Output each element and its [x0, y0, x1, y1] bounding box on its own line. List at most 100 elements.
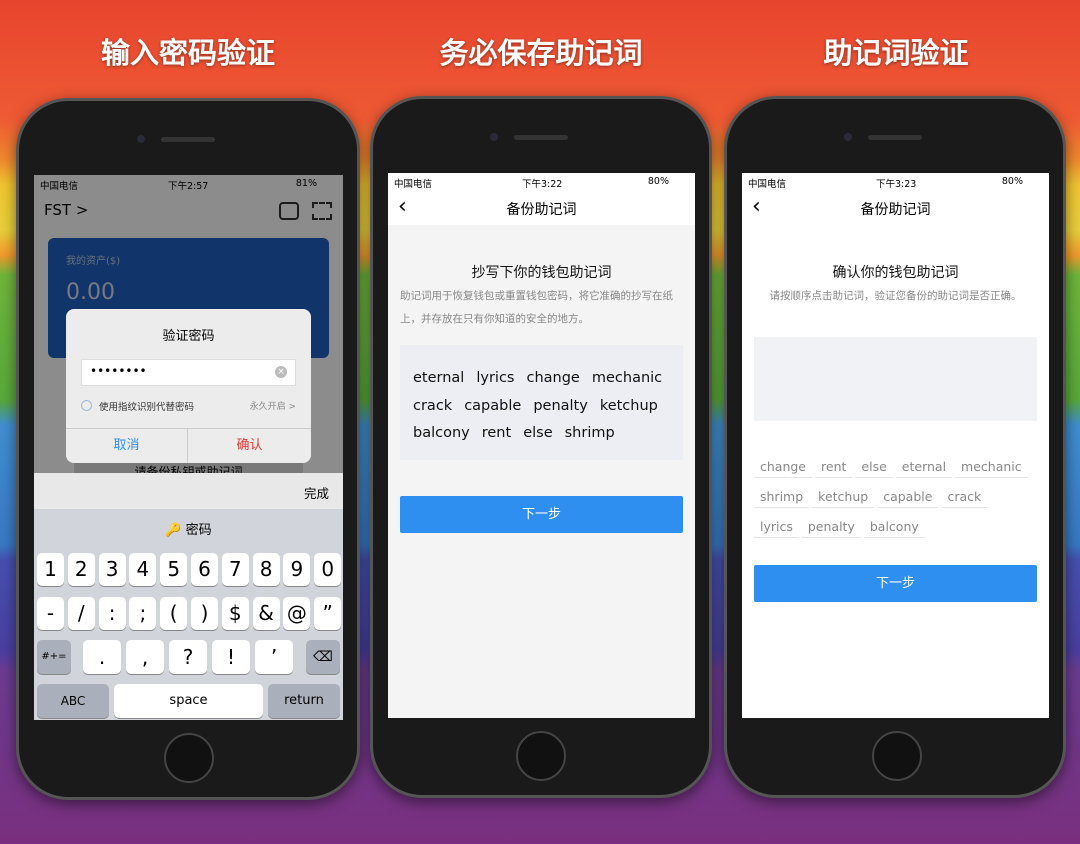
- password-value: ••••••••: [90, 364, 147, 378]
- word-chip[interactable]: lyrics: [754, 516, 799, 538]
- next-button[interactable]: 下一步: [400, 496, 683, 533]
- next-button[interactable]: 下一步: [754, 565, 1037, 602]
- password-suggestion[interactable]: 🔑 密码: [34, 519, 343, 538]
- mnemonic-word: mechanic: [591, 370, 663, 386]
- speaker: [868, 135, 922, 140]
- time: 下午3:23: [876, 179, 917, 190]
- enable-permanently-link[interactable]: 永久开启 >: [250, 399, 296, 412]
- home-button[interactable]: [516, 731, 566, 781]
- word-chip[interactable]: rent: [815, 456, 853, 478]
- key[interactable]: $: [221, 597, 249, 630]
- mnemonic-word: ketchup: [599, 397, 658, 414]
- speaker: [161, 137, 215, 142]
- caption-1: 输入密码验证: [100, 36, 275, 70]
- mnemonic-word: lyrics: [476, 370, 515, 386]
- word-chip[interactable]: ketchup: [812, 486, 875, 508]
- return-key[interactable]: return: [268, 684, 340, 718]
- key[interactable]: 7: [221, 553, 249, 586]
- mnemonic-word: capable: [464, 397, 522, 414]
- key[interactable]: !: [212, 640, 250, 674]
- key[interactable]: :: [98, 597, 126, 630]
- key[interactable]: 4: [129, 553, 157, 586]
- clear-icon[interactable]: ×: [275, 366, 287, 378]
- key[interactable]: 2: [67, 553, 95, 586]
- key[interactable]: &: [252, 597, 280, 630]
- word-chip[interactable]: crack: [941, 486, 988, 508]
- key-icon: 🔑: [165, 523, 182, 538]
- mnemonic-word: rent: [481, 425, 512, 441]
- password-input[interactable]: •••••••• ×: [81, 359, 296, 386]
- description: 请按顺序点击助记词，验证您备份的助记词是否正确。: [769, 290, 1022, 302]
- key[interactable]: @: [283, 597, 311, 630]
- cancel-button[interactable]: 取消: [66, 428, 188, 463]
- key[interactable]: (: [160, 597, 188, 630]
- speaker: [514, 135, 568, 140]
- key[interactable]: .: [83, 640, 121, 674]
- key[interactable]: 0: [314, 553, 342, 586]
- mnemonic-word: penalty: [533, 397, 588, 414]
- key[interactable]: 8: [252, 553, 280, 586]
- key[interactable]: 9: [283, 553, 311, 586]
- caption-2: 务必保存助记词: [439, 36, 643, 70]
- word-chip[interactable]: penalty: [801, 516, 861, 538]
- word-chip[interactable]: eternal: [895, 456, 953, 478]
- key[interactable]: /: [67, 597, 95, 630]
- key[interactable]: ): [191, 597, 218, 630]
- confirm-button[interactable]: 确认: [188, 428, 311, 463]
- key[interactable]: ,: [126, 640, 164, 674]
- word-chip[interactable]: else: [855, 456, 893, 478]
- fingerprint-label: 使用指纹识别代替密码: [99, 402, 195, 413]
- keyboard: 完成 🔑 密码 1 2 3 4 5 6 7 8 9 0 - /:;() $ & @” #+=.,?!’ ⌫ ABC…: [34, 473, 343, 720]
- key[interactable]: 3: [98, 553, 126, 586]
- screen-2: 中国电信 下午3:22 80% ‹ 备份助记词 抄写下你的钱包助记词 助记词用于…: [388, 173, 695, 718]
- screen-3: 中国电信 下午3:23 80% ‹ 备份助记词 确认你的钱包助记词 请按顺序点击…: [742, 173, 1049, 718]
- key[interactable]: -: [37, 597, 64, 630]
- camera: [490, 133, 498, 141]
- word-chip[interactable]: change: [754, 456, 813, 478]
- fingerprint-checkbox[interactable]: [81, 400, 92, 411]
- nav-title: 备份助记词: [506, 202, 577, 218]
- symbols-key[interactable]: #+=: [37, 640, 71, 674]
- mnemonic-word: change: [526, 370, 580, 386]
- carrier: 中国电信: [748, 179, 787, 190]
- description: 助记词用于恢复钱包或重置钱包密码，将它准确的抄写在纸上，并存放在只有你知道的安全…: [400, 290, 673, 325]
- word-choices: change rent else eternal mechanic shrimp ketch…: [754, 456, 1044, 546]
- key[interactable]: 1: [37, 553, 64, 586]
- mnemonic-word: eternal: [413, 370, 465, 386]
- backspace-icon[interactable]: ⌫: [306, 640, 340, 674]
- word-chip[interactable]: balcony: [863, 516, 925, 538]
- suggestion-label: 密码: [185, 523, 212, 538]
- camera: [137, 135, 145, 143]
- key[interactable]: ’: [255, 640, 293, 674]
- verify-password-dialog: 验证密码 •••••••• × 使用指纹识别代替密码 永久开启 > 取消 确认: [66, 309, 311, 463]
- home-button[interactable]: [164, 733, 214, 783]
- key[interactable]: 6: [191, 553, 218, 586]
- nav-bar: ‹ 备份助记词: [388, 190, 695, 225]
- battery: 80%: [647, 176, 669, 187]
- key[interactable]: 5: [160, 553, 188, 586]
- word-chip[interactable]: mechanic: [955, 456, 1028, 478]
- space-key[interactable]: space: [114, 684, 263, 718]
- done-button[interactable]: 完成: [304, 483, 329, 502]
- camera: [844, 133, 852, 141]
- heading: 抄写下你的钱包助记词: [471, 265, 612, 281]
- time: 下午3:22: [522, 179, 563, 190]
- mnemonic-word: crack: [413, 397, 453, 414]
- caption-3: 助记词验证: [823, 36, 969, 70]
- dialog-title: 验证密码: [162, 329, 215, 344]
- nav-bar: ‹ 备份助记词: [742, 190, 1049, 225]
- key[interactable]: ;: [129, 597, 157, 630]
- selected-words-area[interactable]: [754, 337, 1037, 421]
- battery: 80%: [1001, 176, 1023, 187]
- status-bar: 中国电信 下午3:23 80%: [742, 173, 1049, 190]
- carrier: 中国电信: [394, 179, 433, 190]
- mnemonic-word: else: [523, 425, 553, 441]
- word-chip[interactable]: shrimp: [754, 486, 810, 508]
- heading: 确认你的钱包助记词: [832, 265, 959, 281]
- key[interactable]: ”: [314, 597, 342, 630]
- abc-key[interactable]: ABC: [37, 684, 109, 718]
- key[interactable]: ?: [169, 640, 207, 674]
- word-chip[interactable]: capable: [877, 486, 939, 508]
- screen-1: 中国电信 下午2:57 81% FST > 我的资产($) 0.00 请备份私钥…: [34, 175, 343, 720]
- home-button[interactable]: [872, 731, 922, 781]
